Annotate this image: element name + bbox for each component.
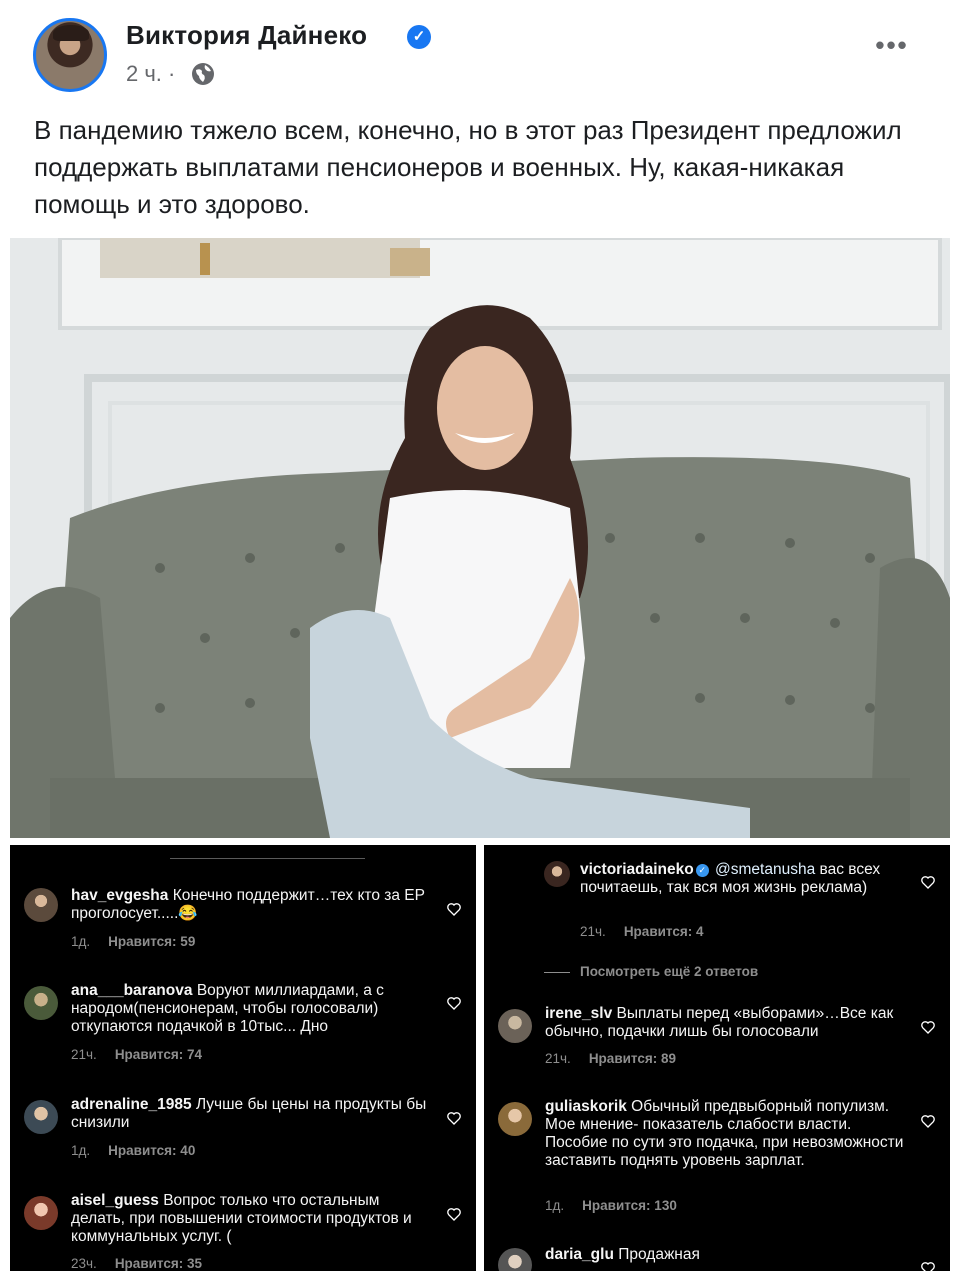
comment-meta: 23ч. Нравится: 35 xyxy=(71,1256,202,1271)
commenter-avatar[interactable] xyxy=(498,1102,532,1136)
divider xyxy=(544,972,570,973)
comment-meta: 21ч. Нравится: 4 xyxy=(580,924,704,939)
mention-link[interactable]: @smetanusha xyxy=(715,861,815,878)
comment-meta: 21ч. Нравится: 89 xyxy=(545,1051,676,1066)
comment-meta: 1д. Нравится: 130 xyxy=(545,1198,677,1213)
divider xyxy=(170,858,365,859)
comment-time: 1д. xyxy=(71,934,91,949)
comment-username[interactable]: guliaskorik xyxy=(545,1098,627,1115)
commenter-avatar[interactable] xyxy=(24,888,58,922)
verified-badge-icon: ✓ xyxy=(407,25,431,49)
comment-time: 1д. xyxy=(545,1198,565,1213)
comment-time: 21ч. xyxy=(580,924,606,939)
commenter-avatar[interactable] xyxy=(544,861,570,887)
post-text: В пандемию тяжело всем, конечно, но в эт… xyxy=(34,115,902,219)
globe-icon xyxy=(192,63,214,85)
comment-text: guliaskorik Обычный предвыборный популиз… xyxy=(545,1098,905,1170)
comment-likes[interactable]: Нравится: 130 xyxy=(582,1198,677,1213)
more-options-icon[interactable]: ••• xyxy=(870,32,914,64)
heart-icon[interactable] xyxy=(920,1260,936,1271)
comment-likes[interactable]: Нравится: 4 xyxy=(624,924,704,939)
comment-meta: 21ч. Нравится: 74 xyxy=(71,1047,202,1062)
comment-meta: 1д. Нравится: 59 xyxy=(71,934,195,949)
comment-likes[interactable]: Нравится: 40 xyxy=(108,1143,195,1158)
heart-icon[interactable] xyxy=(446,995,462,1011)
comment-username[interactable]: aisel_guess xyxy=(71,1192,159,1209)
post-header: Виктория Дайнеко ✓ 2 ч. · ••• xyxy=(0,0,959,110)
verified-badge-icon: ✓ xyxy=(695,864,709,877)
view-more-replies-button[interactable]: Посмотреть ещё 2 ответов xyxy=(580,964,758,979)
comment-text: victoriadaineko ✓ @smetanusha вас всех по… xyxy=(580,861,900,897)
comment-text: daria_glu Продажная xyxy=(545,1246,905,1264)
comments-panel-right[interactable]: victoriadaineko ✓ @smetanusha вас всех по… xyxy=(484,845,950,1271)
comment-body: Продажная xyxy=(618,1246,700,1263)
comment-meta: 1д. Нравится: 40 xyxy=(71,1143,195,1158)
comment-time: 23ч. xyxy=(71,1256,97,1271)
commenter-avatar[interactable] xyxy=(498,1248,532,1271)
author-name[interactable]: Виктория Дайнеко xyxy=(126,20,367,51)
author-avatar[interactable] xyxy=(33,18,107,92)
comment-username[interactable]: ana___baranova xyxy=(71,982,193,999)
comment-likes[interactable]: Нравится: 59 xyxy=(108,934,195,949)
comment-likes[interactable]: Нравится: 35 xyxy=(115,1256,202,1271)
comments-panel-left[interactable]: hav_evgesha Конечно поддержит…тех кто за… xyxy=(10,845,476,1271)
commenter-avatar[interactable] xyxy=(24,986,58,1020)
comment-time: 21ч. xyxy=(545,1051,571,1066)
commenter-avatar[interactable] xyxy=(24,1100,58,1134)
comment-username[interactable]: daria_glu xyxy=(545,1246,614,1263)
comment-username[interactable]: adrenaline_1985 xyxy=(71,1096,192,1113)
heart-icon[interactable] xyxy=(446,1206,462,1222)
comment-likes[interactable]: Нравится: 74 xyxy=(115,1047,202,1062)
commenter-avatar[interactable] xyxy=(24,1196,58,1230)
comment-text: ana___baranova Воруют миллиардами, а с н… xyxy=(71,982,431,1036)
comment-text: irene_slv Выплаты перед «выборами»…Все к… xyxy=(545,1005,905,1041)
comment-username[interactable]: irene_slv xyxy=(545,1005,612,1022)
heart-icon[interactable] xyxy=(446,901,462,917)
comment-text: aisel_guess Вопрос только что остальным … xyxy=(71,1192,431,1246)
comment-text: adrenaline_1985 Лучше бы цены на продукт… xyxy=(71,1096,431,1132)
heart-icon[interactable] xyxy=(920,1113,936,1129)
heart-icon[interactable] xyxy=(920,874,936,890)
comment-time: 21ч. xyxy=(71,1047,97,1062)
comment-username[interactable]: victoriadaineko xyxy=(580,861,694,878)
heart-icon[interactable] xyxy=(920,1019,936,1035)
comment-likes[interactable]: Нравится: 89 xyxy=(589,1051,676,1066)
post-time[interactable]: 2 ч. · xyxy=(126,61,175,87)
commenter-avatar[interactable] xyxy=(498,1009,532,1043)
comment-text: hav_evgesha Конечно поддержит…тех кто за… xyxy=(71,887,431,923)
comment-username[interactable]: hav_evgesha xyxy=(71,887,168,904)
post-photo[interactable] xyxy=(10,238,950,838)
heart-icon[interactable] xyxy=(446,1110,462,1126)
comment-time: 1д. xyxy=(71,1143,91,1158)
